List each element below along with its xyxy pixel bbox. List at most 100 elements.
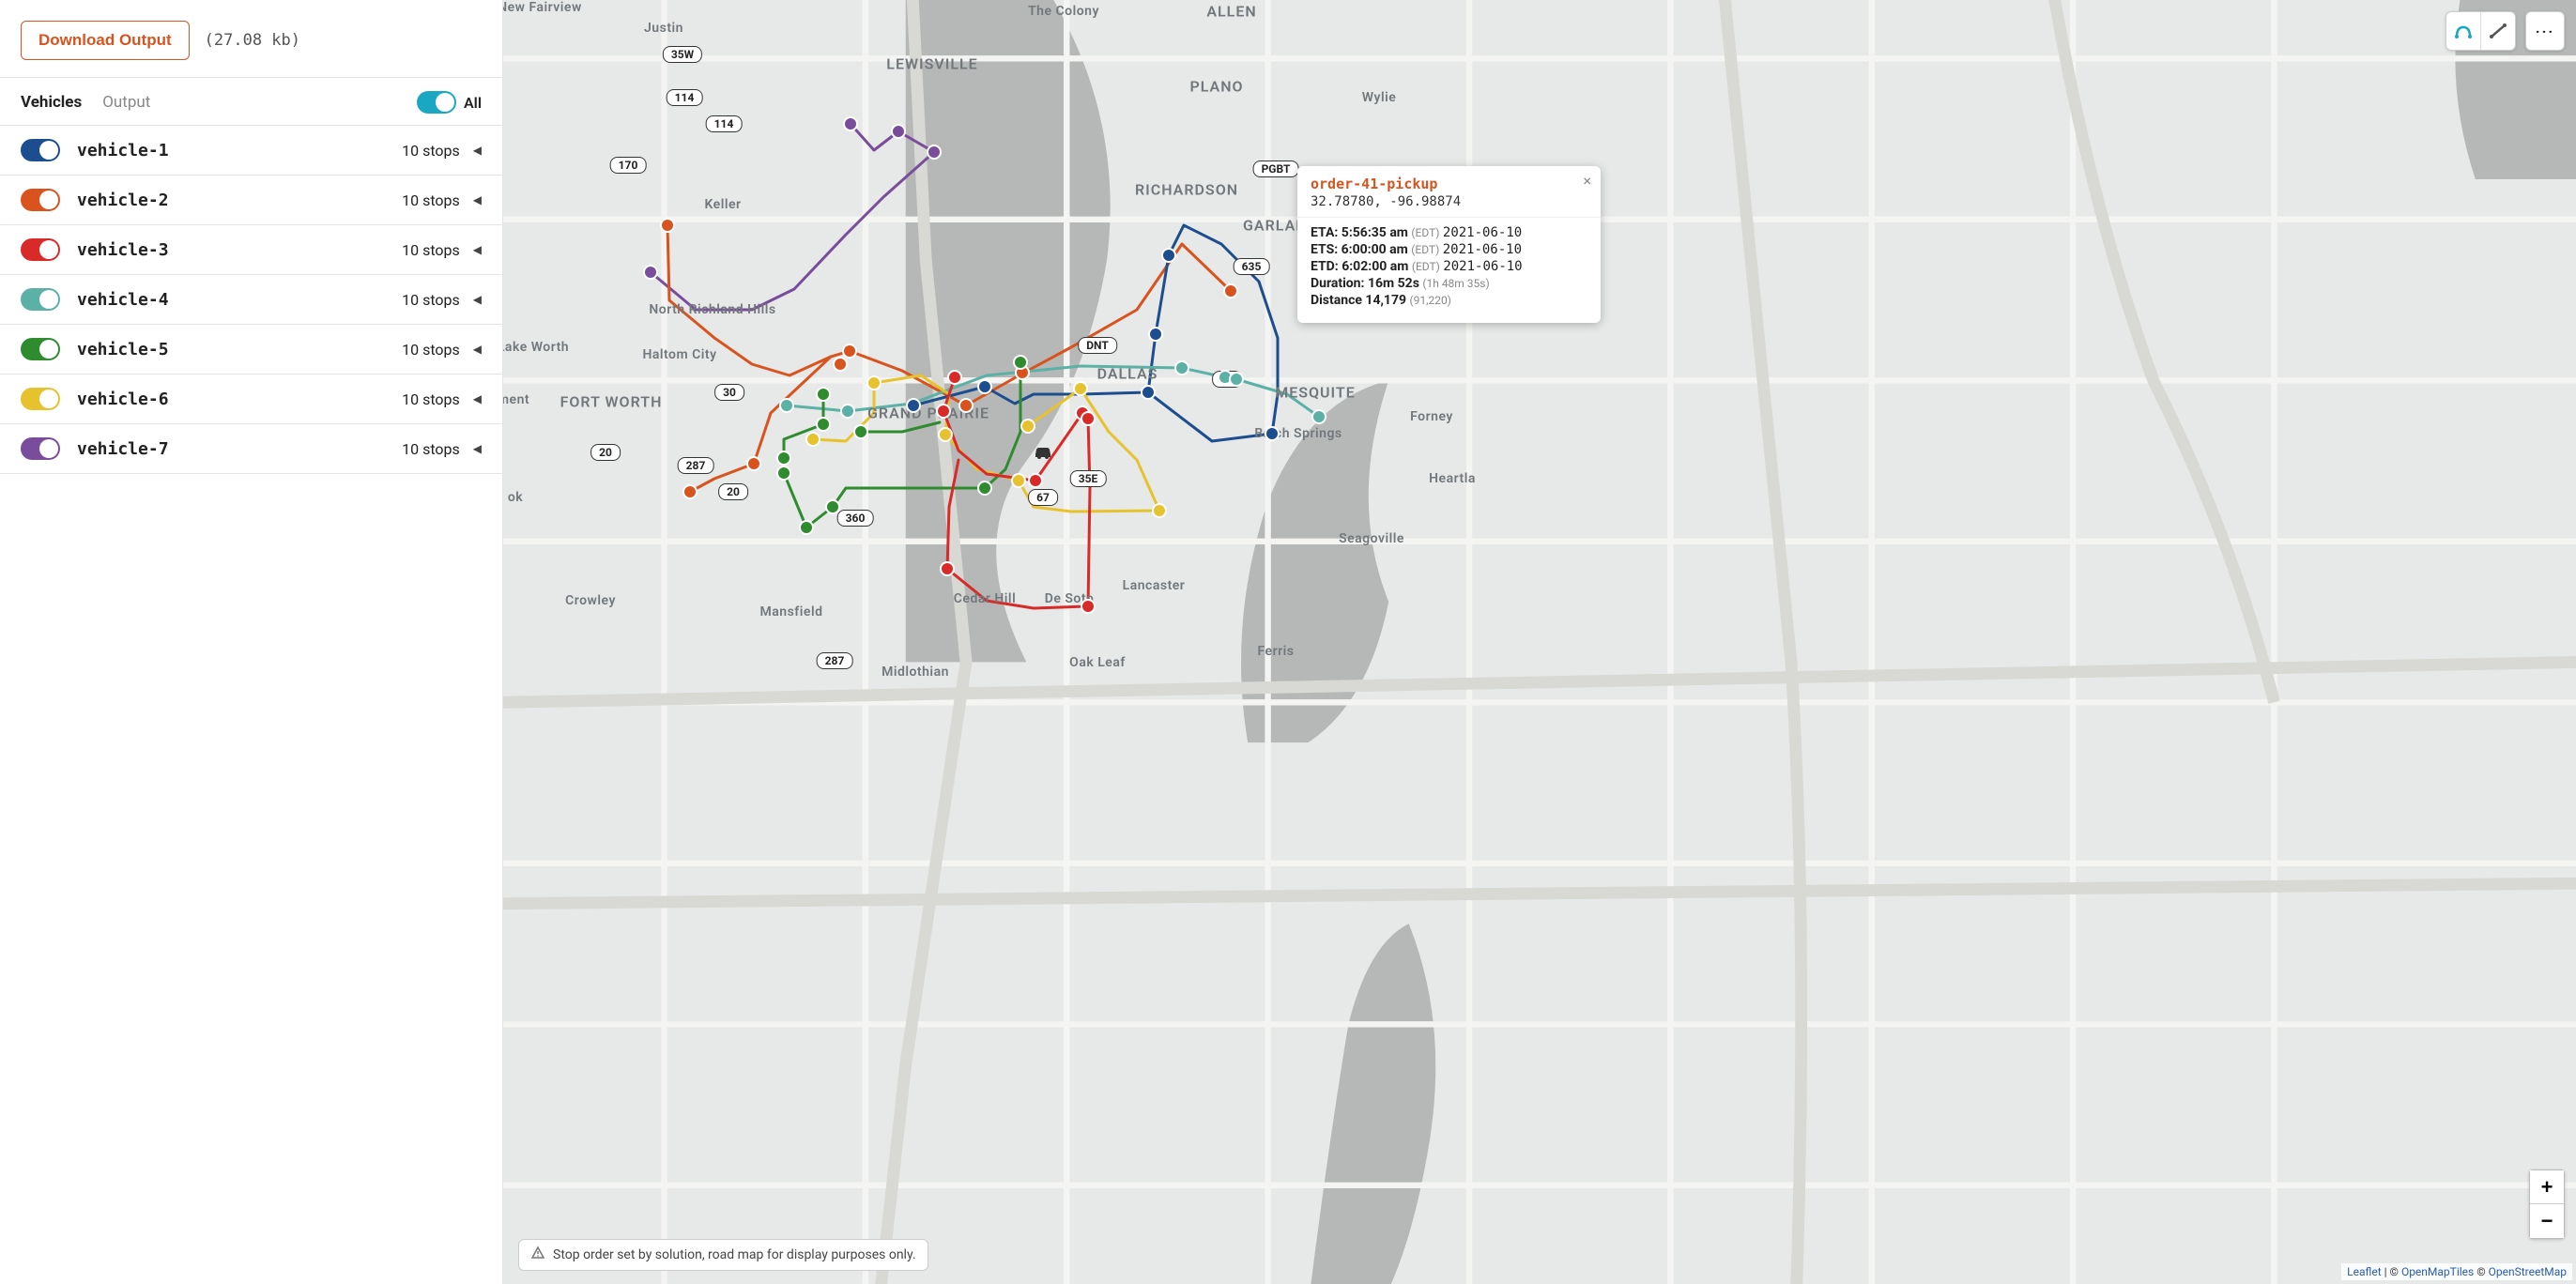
stop-marker[interactable] (660, 218, 675, 233)
vehicle-toggle[interactable] (21, 139, 60, 161)
stop-marker[interactable] (891, 124, 906, 139)
stop-marker[interactable] (1161, 248, 1176, 263)
vehicle-toggle[interactable] (21, 288, 60, 311)
openmaptiles-link[interactable]: OpenMapTiles (2401, 1265, 2474, 1278)
expand-icon[interactable]: ◀ (473, 392, 482, 405)
map-more-button[interactable]: ··· (2525, 11, 2565, 51)
vehicle-stops: 10 stops (402, 341, 460, 359)
expand-icon[interactable]: ◀ (473, 293, 482, 306)
stop-marker[interactable] (805, 432, 820, 447)
stop-marker[interactable] (938, 427, 953, 442)
stop-marker[interactable] (842, 344, 857, 359)
stop-marker[interactable] (947, 370, 962, 385)
stop-marker[interactable] (1148, 327, 1163, 342)
stop-marker[interactable] (940, 561, 955, 576)
stop-marker[interactable] (799, 520, 814, 535)
stop-marker[interactable] (746, 456, 761, 471)
vehicle-stops: 10 stops (402, 291, 460, 309)
stop-marker[interactable] (816, 387, 831, 402)
vehicle-stops: 10 stops (402, 142, 460, 160)
zoom-in-button[interactable]: + (2530, 1170, 2564, 1204)
disclaimer-text: Stop order set by solution, road map for… (553, 1247, 916, 1262)
stop-marker[interactable] (776, 466, 791, 481)
route-style-control (2446, 11, 2516, 51)
stop-marker[interactable] (1073, 381, 1088, 396)
road-shield: 30 (714, 384, 744, 401)
stop-marker[interactable] (1311, 409, 1326, 424)
stop-marker[interactable] (833, 357, 848, 372)
city-label: Midlothian (882, 665, 949, 680)
vehicle-toggle[interactable] (21, 189, 60, 211)
stop-marker[interactable] (1081, 599, 1096, 614)
stop-marker[interactable] (977, 379, 992, 394)
expand-icon[interactable]: ◀ (473, 442, 482, 455)
map[interactable]: New FairviewJustinThe ColonyALLENLEWISVI… (503, 0, 2576, 1284)
road-shield: 114 (706, 115, 743, 132)
stop-marker[interactable] (958, 398, 974, 413)
stop-marker[interactable] (779, 398, 794, 413)
popup-time-row: ETA: 5:56:35 am (EDT) 2021-06-10 (1311, 225, 1587, 240)
leaflet-link[interactable]: Leaflet (2347, 1265, 2381, 1278)
stop-marker[interactable] (1152, 503, 1167, 518)
stop-marker[interactable] (853, 424, 868, 439)
expand-icon[interactable]: ◀ (473, 343, 482, 356)
warning-icon (530, 1246, 545, 1264)
tab-vehicles[interactable]: Vehicles (21, 93, 82, 112)
stop-marker[interactable] (843, 116, 858, 131)
openstreetmap-link[interactable]: OpenStreetMap (2489, 1265, 2567, 1278)
stop-marker[interactable] (816, 417, 831, 432)
vehicle-row: vehicle-6 10 stops ◀ (0, 374, 502, 424)
stop-marker[interactable] (1174, 360, 1189, 375)
stop-marker[interactable] (682, 484, 698, 499)
stop-marker[interactable] (906, 398, 921, 413)
stop-marker[interactable] (1141, 385, 1156, 400)
toggle-all-switch[interactable] (417, 91, 456, 114)
sidebar-header: Download Output (27.08 kb) (0, 0, 502, 78)
vehicle-toggle[interactable] (21, 338, 60, 360)
expand-icon[interactable]: ◀ (473, 144, 482, 157)
expand-icon[interactable]: ◀ (473, 243, 482, 256)
city-label: LEWISVILLE (886, 55, 977, 73)
stop-marker[interactable] (1265, 426, 1280, 441)
stop-marker[interactable] (977, 481, 992, 496)
road-shield: PGBT (1253, 160, 1299, 177)
road-shield: 635 (1234, 258, 1270, 275)
stop-marker[interactable] (936, 404, 951, 419)
city-label: Justin (644, 21, 683, 36)
stop-marker[interactable] (776, 451, 791, 466)
stop-marker[interactable] (1229, 372, 1244, 387)
stop-marker[interactable] (825, 499, 840, 514)
vehicle-row: vehicle-4 10 stops ◀ (0, 275, 502, 325)
road-shield: DNT (1078, 337, 1117, 354)
stop-marker[interactable] (1223, 283, 1238, 298)
vehicle-toggle[interactable] (21, 238, 60, 261)
stop-marker[interactable] (866, 375, 882, 390)
city-label: Keller (704, 197, 741, 212)
city-label: New Fairview (503, 0, 582, 15)
popup-close-button[interactable]: × (1583, 172, 1591, 190)
stop-marker[interactable] (1028, 473, 1043, 488)
stop-marker[interactable] (1011, 473, 1026, 488)
stop-marker[interactable] (840, 404, 855, 419)
road-shield: 35W (663, 46, 702, 63)
vehicle-name: vehicle-2 (77, 191, 169, 210)
vehicle-name: vehicle-3 (77, 240, 169, 260)
vehicle-row: vehicle-5 10 stops ◀ (0, 325, 502, 374)
route-curved-icon[interactable] (2446, 12, 2481, 50)
city-label: FORT WORTH (560, 393, 663, 411)
zoom-out-button[interactable]: − (2530, 1204, 2564, 1238)
download-output-button[interactable]: Download Output (21, 21, 190, 60)
vehicle-toggle[interactable] (21, 437, 60, 460)
stop-marker[interactable] (1081, 411, 1096, 426)
stop-marker[interactable] (1013, 355, 1028, 370)
vehicle-row: vehicle-2 10 stops ◀ (0, 176, 502, 225)
expand-icon[interactable]: ◀ (473, 193, 482, 206)
route-straight-icon[interactable] (2481, 12, 2515, 50)
stop-marker[interactable] (927, 145, 942, 160)
vehicle-toggle[interactable] (21, 388, 60, 410)
city-label: Haltom City (642, 347, 716, 362)
stop-marker[interactable] (643, 265, 658, 280)
toggle-all[interactable]: All (417, 91, 482, 114)
stop-marker[interactable] (1020, 419, 1035, 434)
tab-output[interactable]: Output (102, 93, 150, 112)
